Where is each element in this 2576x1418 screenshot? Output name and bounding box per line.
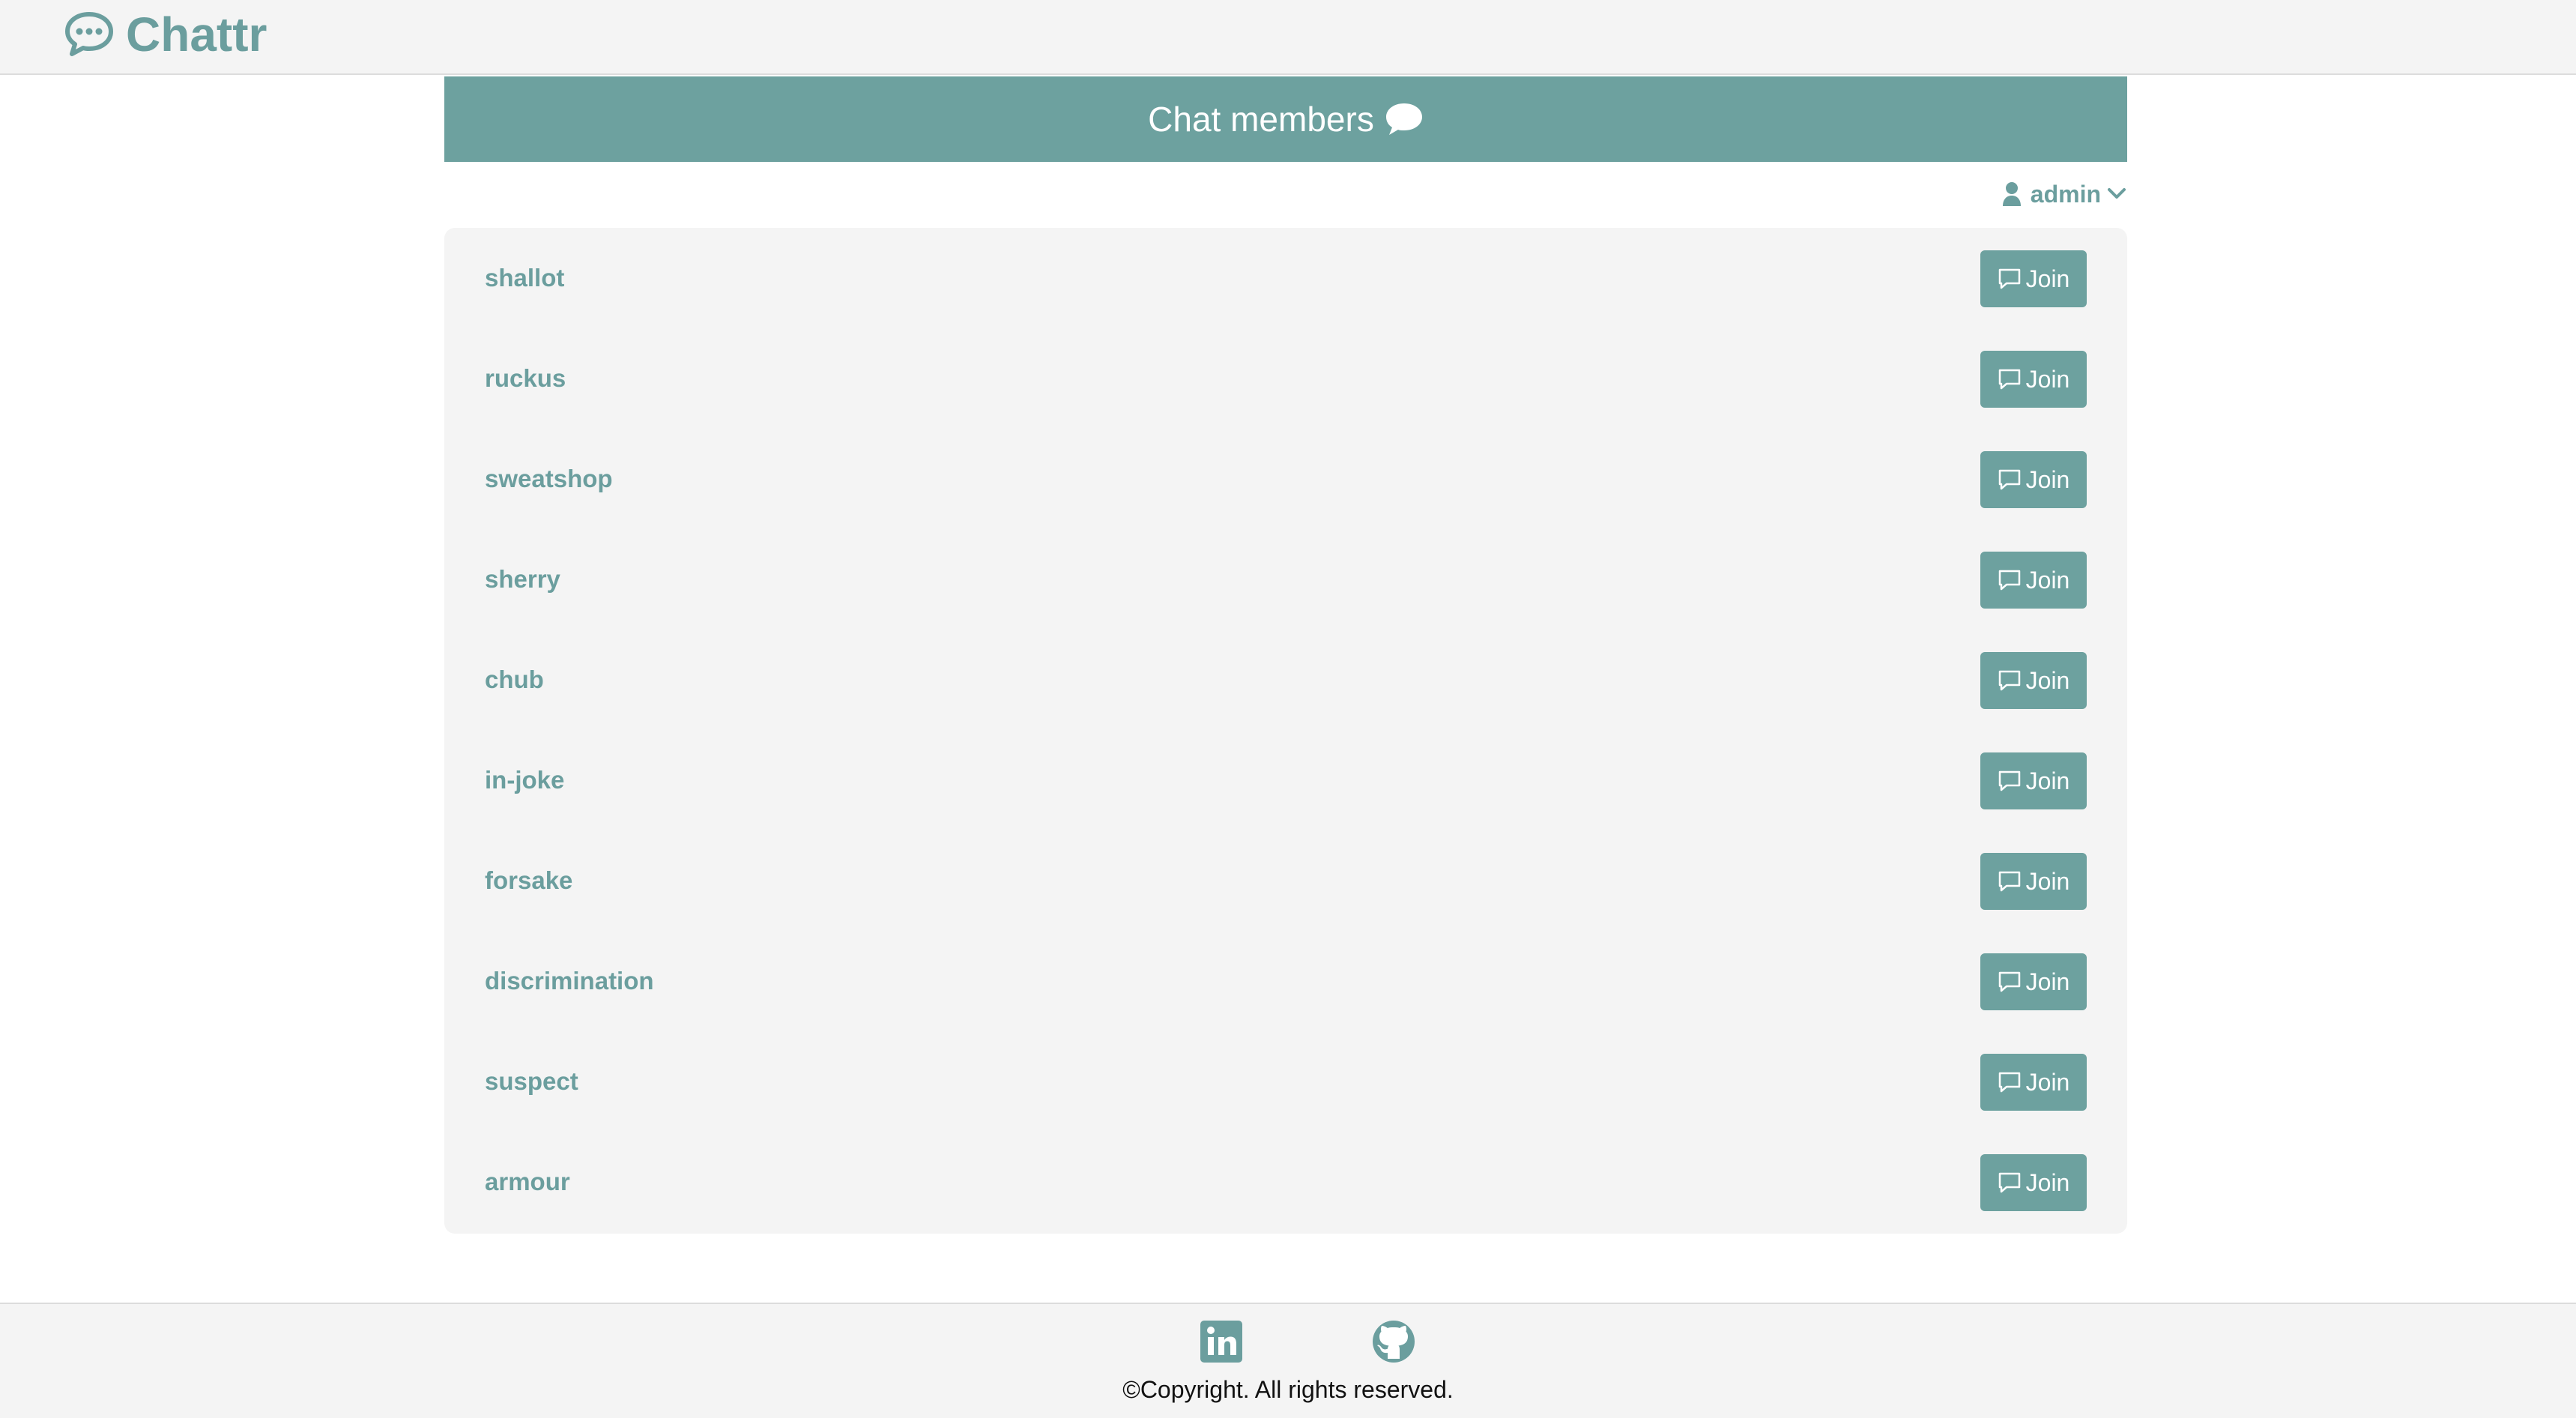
join-button-label: Join [2025, 867, 2070, 895]
chat-bubble-outline-icon [1998, 971, 2020, 992]
page-title: Chat members [1148, 100, 1374, 139]
list-item: ruckus Join [444, 328, 2127, 429]
brand-link[interactable]: Chattr [64, 4, 267, 64]
speech-bubble-icon [1385, 103, 1422, 135]
list-item: sweatshop Join [444, 429, 2127, 529]
member-name[interactable]: ruckus [485, 328, 566, 429]
member-name[interactable]: forsake [485, 830, 572, 931]
list-item: discrimination Join [444, 931, 2127, 1031]
chat-bubble-dots-icon [65, 12, 113, 56]
member-name[interactable]: chub [485, 630, 544, 730]
join-button[interactable]: Join [1980, 552, 2087, 609]
user-menu-dropdown[interactable]: admin [2002, 177, 2126, 211]
list-item: sherry Join [444, 529, 2127, 630]
user-icon [2002, 182, 2021, 206]
chat-bubble-outline-icon [1998, 670, 2020, 691]
join-button-label: Join [2025, 968, 2070, 995]
join-button[interactable]: Join [1980, 1054, 2087, 1111]
join-button-label: Join [2025, 1068, 2070, 1096]
join-button[interactable]: Join [1980, 752, 2087, 809]
join-button-label: Join [2025, 566, 2070, 594]
join-button-label: Join [2025, 465, 2070, 493]
join-button[interactable]: Join [1980, 953, 2087, 1010]
join-button-label: Join [2025, 1168, 2070, 1196]
member-name[interactable]: discrimination [485, 931, 654, 1031]
member-name[interactable]: armour [485, 1132, 570, 1232]
join-button[interactable]: Join [1980, 451, 2087, 508]
member-name[interactable]: in-joke [485, 730, 564, 830]
page-footer: ©Copyright. All rights reserved. [0, 1303, 2576, 1418]
brand-name: Chattr [126, 7, 267, 61]
linkedin-link[interactable] [1199, 1319, 1244, 1364]
join-button[interactable]: Join [1980, 652, 2087, 709]
join-button[interactable]: Join [1980, 853, 2087, 910]
join-button[interactable]: Join [1980, 1154, 2087, 1211]
top-navbar: Chattr [0, 0, 2576, 75]
username-label: admin [2030, 180, 2101, 208]
list-item: chub Join [444, 630, 2127, 730]
member-name[interactable]: sweatshop [485, 429, 613, 529]
chat-bubble-outline-icon [1998, 469, 2020, 490]
chat-bubble-outline-icon [1998, 1072, 2020, 1093]
members-list: shallot Join ruckus Join sweatshop Join … [444, 228, 2127, 1234]
list-item: forsake Join [444, 830, 2127, 931]
chevron-down-icon [2108, 188, 2126, 199]
list-item: armour Join [444, 1132, 2127, 1232]
chat-bubble-outline-icon [1998, 369, 2020, 390]
github-link[interactable] [1371, 1319, 1416, 1364]
list-item: shallot Join [444, 228, 2127, 328]
chat-bubble-outline-icon [1998, 570, 2020, 591]
chat-bubble-outline-icon [1998, 871, 2020, 892]
member-name[interactable]: suspect [485, 1031, 578, 1132]
join-button-label: Join [2025, 767, 2070, 794]
linkedin-icon [1200, 1321, 1242, 1363]
chat-bubble-outline-icon [1998, 1172, 2020, 1193]
member-name[interactable]: sherry [485, 529, 560, 630]
join-button-label: Join [2025, 666, 2070, 694]
page-header: Chat members [444, 76, 2127, 162]
member-name[interactable]: shallot [485, 228, 564, 328]
join-button[interactable]: Join [1980, 351, 2087, 408]
list-item: in-joke Join [444, 730, 2127, 830]
list-item: suspect Join [444, 1031, 2127, 1132]
join-button-label: Join [2025, 365, 2070, 393]
chat-bubble-outline-icon [1998, 268, 2020, 289]
chat-bubble-outline-icon [1998, 770, 2020, 791]
github-icon [1373, 1321, 1415, 1363]
join-button[interactable]: Join [1980, 250, 2087, 307]
copyright-text: ©Copyright. All rights reserved. [1122, 1376, 1454, 1403]
join-button-label: Join [2025, 265, 2070, 292]
